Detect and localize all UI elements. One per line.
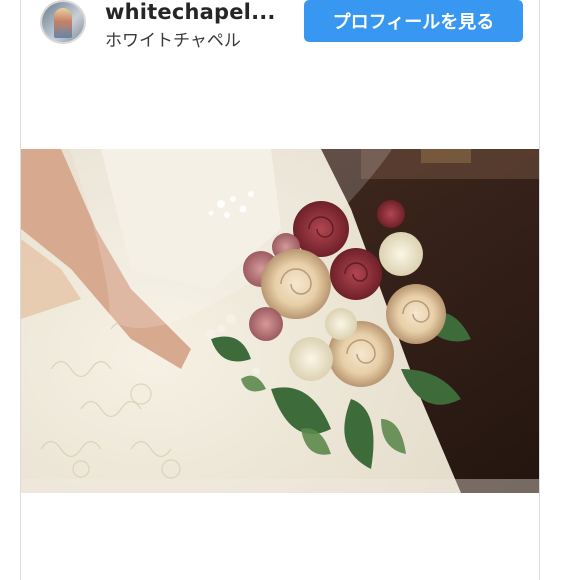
view-profile-button[interactable]: プロフィールを見る: [304, 0, 523, 42]
display-name: ホワイトチャペル: [105, 31, 241, 51]
chapel-window-avatar-icon: [54, 8, 72, 38]
wedding-bouquet-photo: [21, 149, 539, 493]
avatar[interactable]: [40, 0, 86, 44]
embed-card: whitechapel... ホワイトチャペル プロフィールを見る: [20, 0, 540, 580]
post-image[interactable]: [21, 149, 539, 493]
username[interactable]: whitechapel...: [105, 0, 276, 24]
